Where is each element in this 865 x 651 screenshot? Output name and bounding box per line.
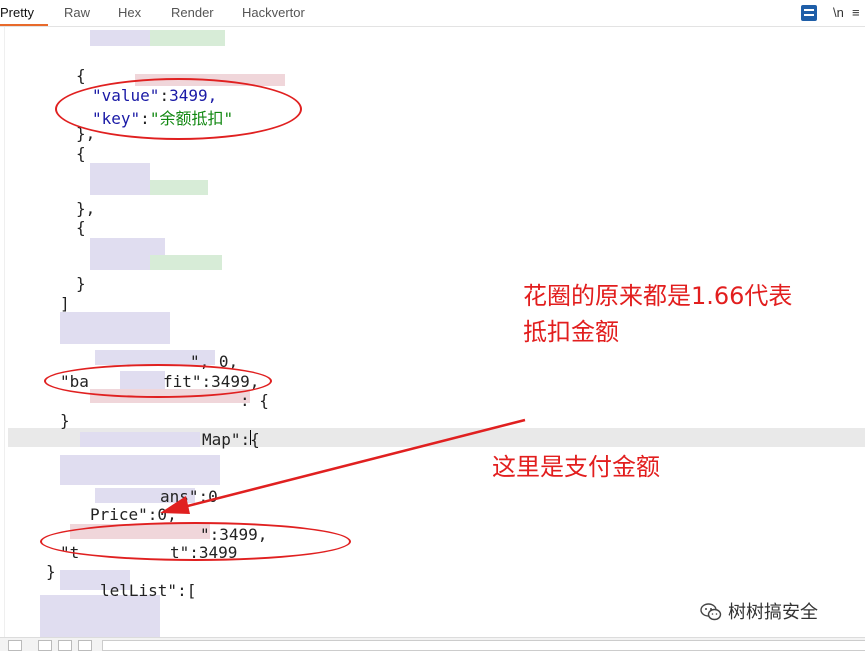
back-icon[interactable]: [58, 640, 72, 651]
forward-icon[interactable]: [78, 640, 92, 651]
annotation-note-line1: 花圈的原来都是1.66代表: [523, 282, 793, 310]
bottom-search-bar: [0, 637, 865, 651]
settings-icon[interactable]: [38, 640, 52, 651]
help-icon[interactable]: [8, 640, 22, 651]
wechat-icon: [700, 603, 722, 621]
search-input[interactable]: [102, 640, 865, 651]
watermark-text: 树树搞安全: [728, 602, 818, 623]
annotation-note-line2: 抵扣金额: [523, 318, 619, 346]
annotation-arrow: [160, 418, 526, 514]
annotation-note-payment: 这里是支付金额: [492, 453, 660, 481]
